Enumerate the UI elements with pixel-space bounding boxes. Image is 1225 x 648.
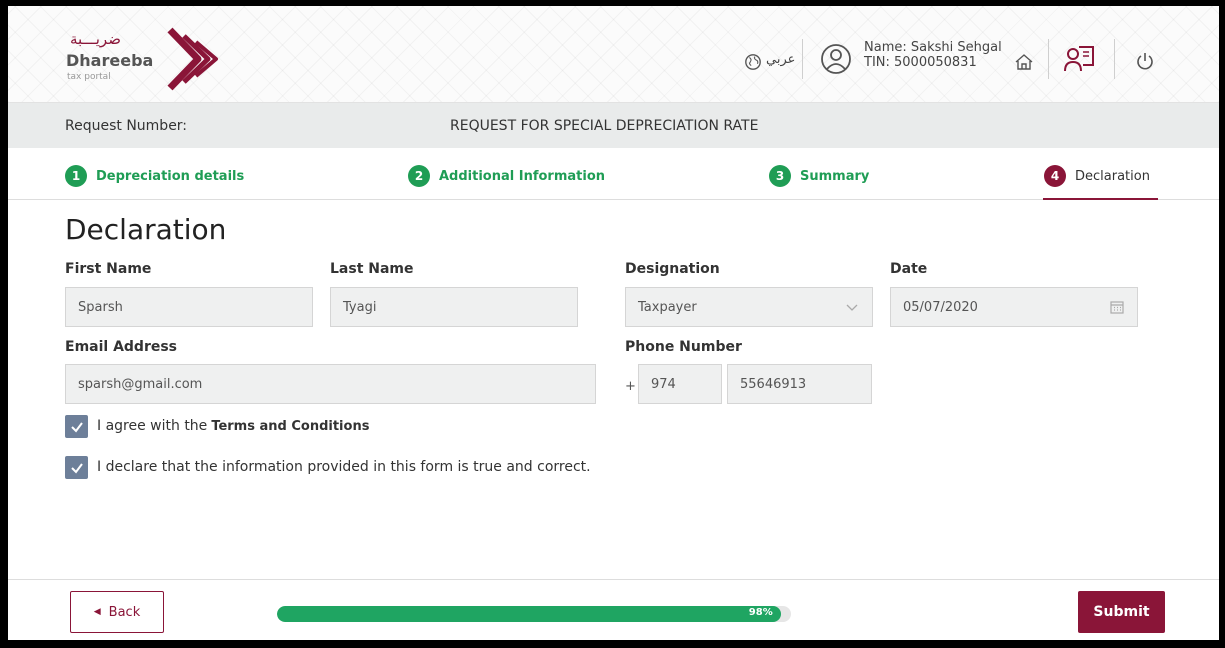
step-number: 3	[769, 165, 791, 187]
step-label: Additional Information	[439, 168, 606, 184]
language-toggle[interactable]: عربي	[766, 52, 795, 67]
page-title: Declaration	[65, 213, 227, 246]
email-field[interactable]: sparsh@gmail.com	[65, 364, 596, 404]
step-number: 4	[1044, 165, 1066, 187]
step-declaration[interactable]: 4 Declaration	[1044, 165, 1150, 187]
divider	[1114, 39, 1115, 79]
first-name-field[interactable]: Sparsh	[65, 287, 313, 327]
phone-label: Phone Number	[625, 339, 742, 355]
progress-bar: 98%	[277, 606, 791, 622]
first-name-value: Sparsh	[78, 299, 123, 315]
user-info: Name: Sakshi Sehgal TIN: 5000050831	[864, 40, 1002, 70]
designation-label: Designation	[625, 261, 720, 277]
divider	[802, 39, 803, 79]
step-depreciation-details[interactable]: 1 Depreciation details	[65, 165, 244, 187]
user-name: Name: Sakshi Sehgal	[864, 40, 1002, 55]
app-window: ضريـــبة Dhareeba tax portal عربي Name: …	[8, 6, 1219, 640]
phone-number-value: 55646913	[740, 376, 807, 392]
date-field[interactable]: 05/07/2020	[890, 287, 1138, 327]
email-label: Email Address	[65, 339, 178, 355]
logo-subtitle: tax portal	[67, 72, 111, 82]
declare-checkbox[interactable]	[65, 456, 88, 479]
power-icon[interactable]	[1135, 51, 1155, 71]
designation-select[interactable]: Taxpayer	[625, 287, 873, 327]
designation-value: Taxpayer	[638, 299, 697, 315]
checkmark-icon	[70, 421, 83, 433]
submit-button[interactable]: Submit	[1078, 591, 1165, 633]
book-icon[interactable]	[1064, 44, 1096, 74]
user-icon[interactable]	[820, 43, 852, 75]
step-label: Declaration	[1075, 168, 1150, 184]
divider	[1048, 39, 1049, 79]
stepper: 1 Depreciation details 2 Additional Info…	[8, 148, 1219, 200]
last-name-label: Last Name	[330, 261, 414, 277]
progress-text: 98%	[748, 607, 773, 618]
step-label: Summary	[800, 168, 870, 184]
header: ضريـــبة Dhareeba tax portal عربي Name: …	[8, 6, 1219, 103]
first-name-label: First Name	[65, 261, 152, 277]
request-title: REQUEST FOR SPECIAL DEPRECIATION RATE	[450, 118, 759, 134]
terms-and-conditions-link[interactable]: Terms and Conditions	[211, 419, 369, 434]
phone-number-field[interactable]: 55646913	[727, 364, 872, 404]
checkmark-icon	[70, 462, 83, 474]
back-button[interactable]: ◀ Back	[70, 591, 164, 633]
step-additional-information[interactable]: 2 Additional Information	[408, 165, 605, 187]
caret-left-icon: ◀	[93, 607, 101, 617]
back-label: Back	[108, 604, 141, 620]
globe-icon[interactable]	[744, 53, 762, 71]
user-tin: TIN: 5000050831	[864, 55, 977, 70]
logo-name: Dhareeba	[66, 51, 154, 70]
step-number: 2	[408, 165, 430, 187]
phone-code-value: 974	[651, 376, 676, 392]
home-icon[interactable]	[1014, 52, 1034, 72]
footer: ◀ Back 98% Submit	[8, 579, 1219, 640]
email-value: sparsh@gmail.com	[78, 376, 203, 392]
step-number: 1	[65, 165, 87, 187]
logo-arabic-text: ضريـــبة	[70, 30, 121, 48]
request-bar: Request Number: REQUEST FOR SPECIAL DEPR…	[8, 103, 1219, 148]
agree-terms-checkbox[interactable]	[65, 415, 88, 438]
last-name-value: Tyagi	[343, 299, 377, 315]
logo-chevron-icon	[167, 27, 218, 91]
agree-terms-text: I agree with the Terms and Conditions	[97, 418, 369, 434]
phone-country-code-field[interactable]: 974	[638, 364, 722, 404]
active-step-indicator	[1043, 198, 1158, 200]
progress-fill: 98%	[277, 606, 781, 622]
chevron-down-icon	[846, 304, 858, 311]
step-summary[interactable]: 3 Summary	[769, 165, 869, 187]
agree-text: I agree with the	[97, 418, 208, 434]
last-name-field[interactable]: Tyagi	[330, 287, 578, 327]
declare-text: I declare that the information provided …	[97, 459, 591, 475]
request-number-label: Request Number:	[65, 118, 188, 134]
step-label: Depreciation details	[96, 168, 245, 184]
date-label: Date	[890, 261, 928, 277]
calendar-icon[interactable]	[1109, 299, 1125, 315]
date-value: 05/07/2020	[903, 299, 978, 315]
phone-plus-sign: +	[625, 379, 636, 394]
